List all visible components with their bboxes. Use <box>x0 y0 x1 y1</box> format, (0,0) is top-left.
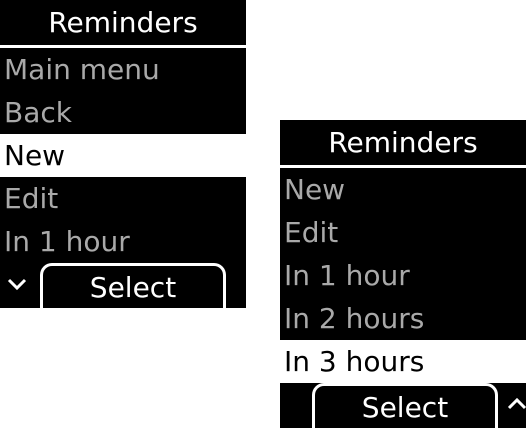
menu-item-in-1-hour[interactable]: In 1 hour <box>0 220 246 263</box>
menu-item-edit[interactable]: Edit <box>0 177 246 220</box>
menu-item-in-1-hour[interactable]: In 1 hour <box>280 254 526 297</box>
chevron-up-icon[interactable] <box>506 393 526 415</box>
reminders-screen-2: Reminders New Edit In 1 hour In 2 hours … <box>280 120 526 438</box>
chevron-down-icon[interactable] <box>6 273 28 295</box>
menu-item-main-menu[interactable]: Main menu <box>0 48 246 91</box>
screen-title: Reminders <box>280 120 526 168</box>
menu-item-in-2-hours[interactable]: In 2 hours <box>280 297 526 340</box>
menu-item-back[interactable]: Back <box>0 91 246 134</box>
menu-item-edit[interactable]: Edit <box>280 211 526 254</box>
select-button[interactable]: Select <box>312 383 498 428</box>
select-button[interactable]: Select <box>40 263 226 308</box>
screen-title: Reminders <box>0 0 246 48</box>
menu-item-new[interactable]: New <box>280 168 526 211</box>
reminders-screen-1: Reminders Main menu Back New Edit In 1 h… <box>0 0 246 330</box>
menu-item-new[interactable]: New <box>0 134 246 177</box>
softkey-bar: Select <box>0 263 246 308</box>
menu-item-in-3-hours[interactable]: In 3 hours <box>280 340 526 383</box>
softkey-bar: Select <box>280 383 526 428</box>
